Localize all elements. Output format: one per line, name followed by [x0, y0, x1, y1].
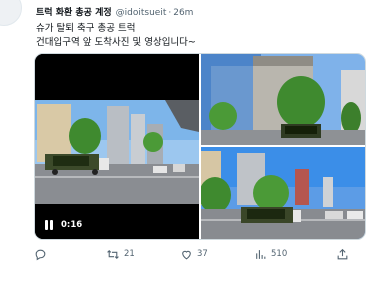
retweet-icon [107, 249, 119, 259]
reply-icon [35, 249, 46, 260]
heart-icon [182, 250, 191, 259]
like-count: 37 [197, 249, 208, 259]
video-frame-image [35, 54, 199, 239]
photo-3[interactable] [201, 147, 365, 239]
views-button[interactable]: 510 [254, 246, 287, 262]
display-name[interactable]: 트럭 화환 총공 계정 [36, 6, 112, 20]
like-button[interactable]: 37 [180, 246, 208, 262]
share-icon [337, 248, 348, 259]
video-duration: 0:16 [61, 220, 83, 230]
photo-3-image [201, 147, 365, 239]
photo-2[interactable] [201, 54, 365, 145]
user-handle[interactable]: @idoitsueit [116, 6, 167, 20]
photo-2-image [201, 54, 365, 145]
share-button[interactable] [336, 246, 349, 262]
video-controls[interactable]: 0:16 [45, 220, 82, 230]
views-count: 510 [271, 249, 288, 259]
avatar[interactable] [0, 0, 22, 26]
retweet-button[interactable]: 21 [106, 246, 135, 262]
avatar-area[interactable] [0, 0, 26, 26]
retweet-count: 21 [124, 249, 135, 259]
tweet-text: 슈가 탈퇴 축구 총공 트럭 건대입구역 앞 도착사진 및 영상입니다~ [36, 22, 371, 50]
tweet-header: 트럭 화환 총공 계정 @idoitsueit · 26m [36, 6, 371, 20]
pause-icon[interactable] [45, 220, 55, 230]
timestamp[interactable]: 26m [173, 6, 193, 20]
views-icon [256, 249, 266, 259]
tweet-text-line-2: 건대입구역 앞 도착사진 및 영상입니다~ [36, 37, 196, 48]
tweet-actions: 21 37 510 [34, 246, 374, 262]
video-thumbnail[interactable]: 0:16 [35, 54, 199, 239]
reply-button[interactable] [34, 246, 51, 262]
tweet-text-line-1: 슈가 탈퇴 축구 총공 트럭 [36, 23, 136, 34]
separator-dot: · [168, 8, 172, 18]
media-grid: 0:16 [34, 53, 366, 240]
